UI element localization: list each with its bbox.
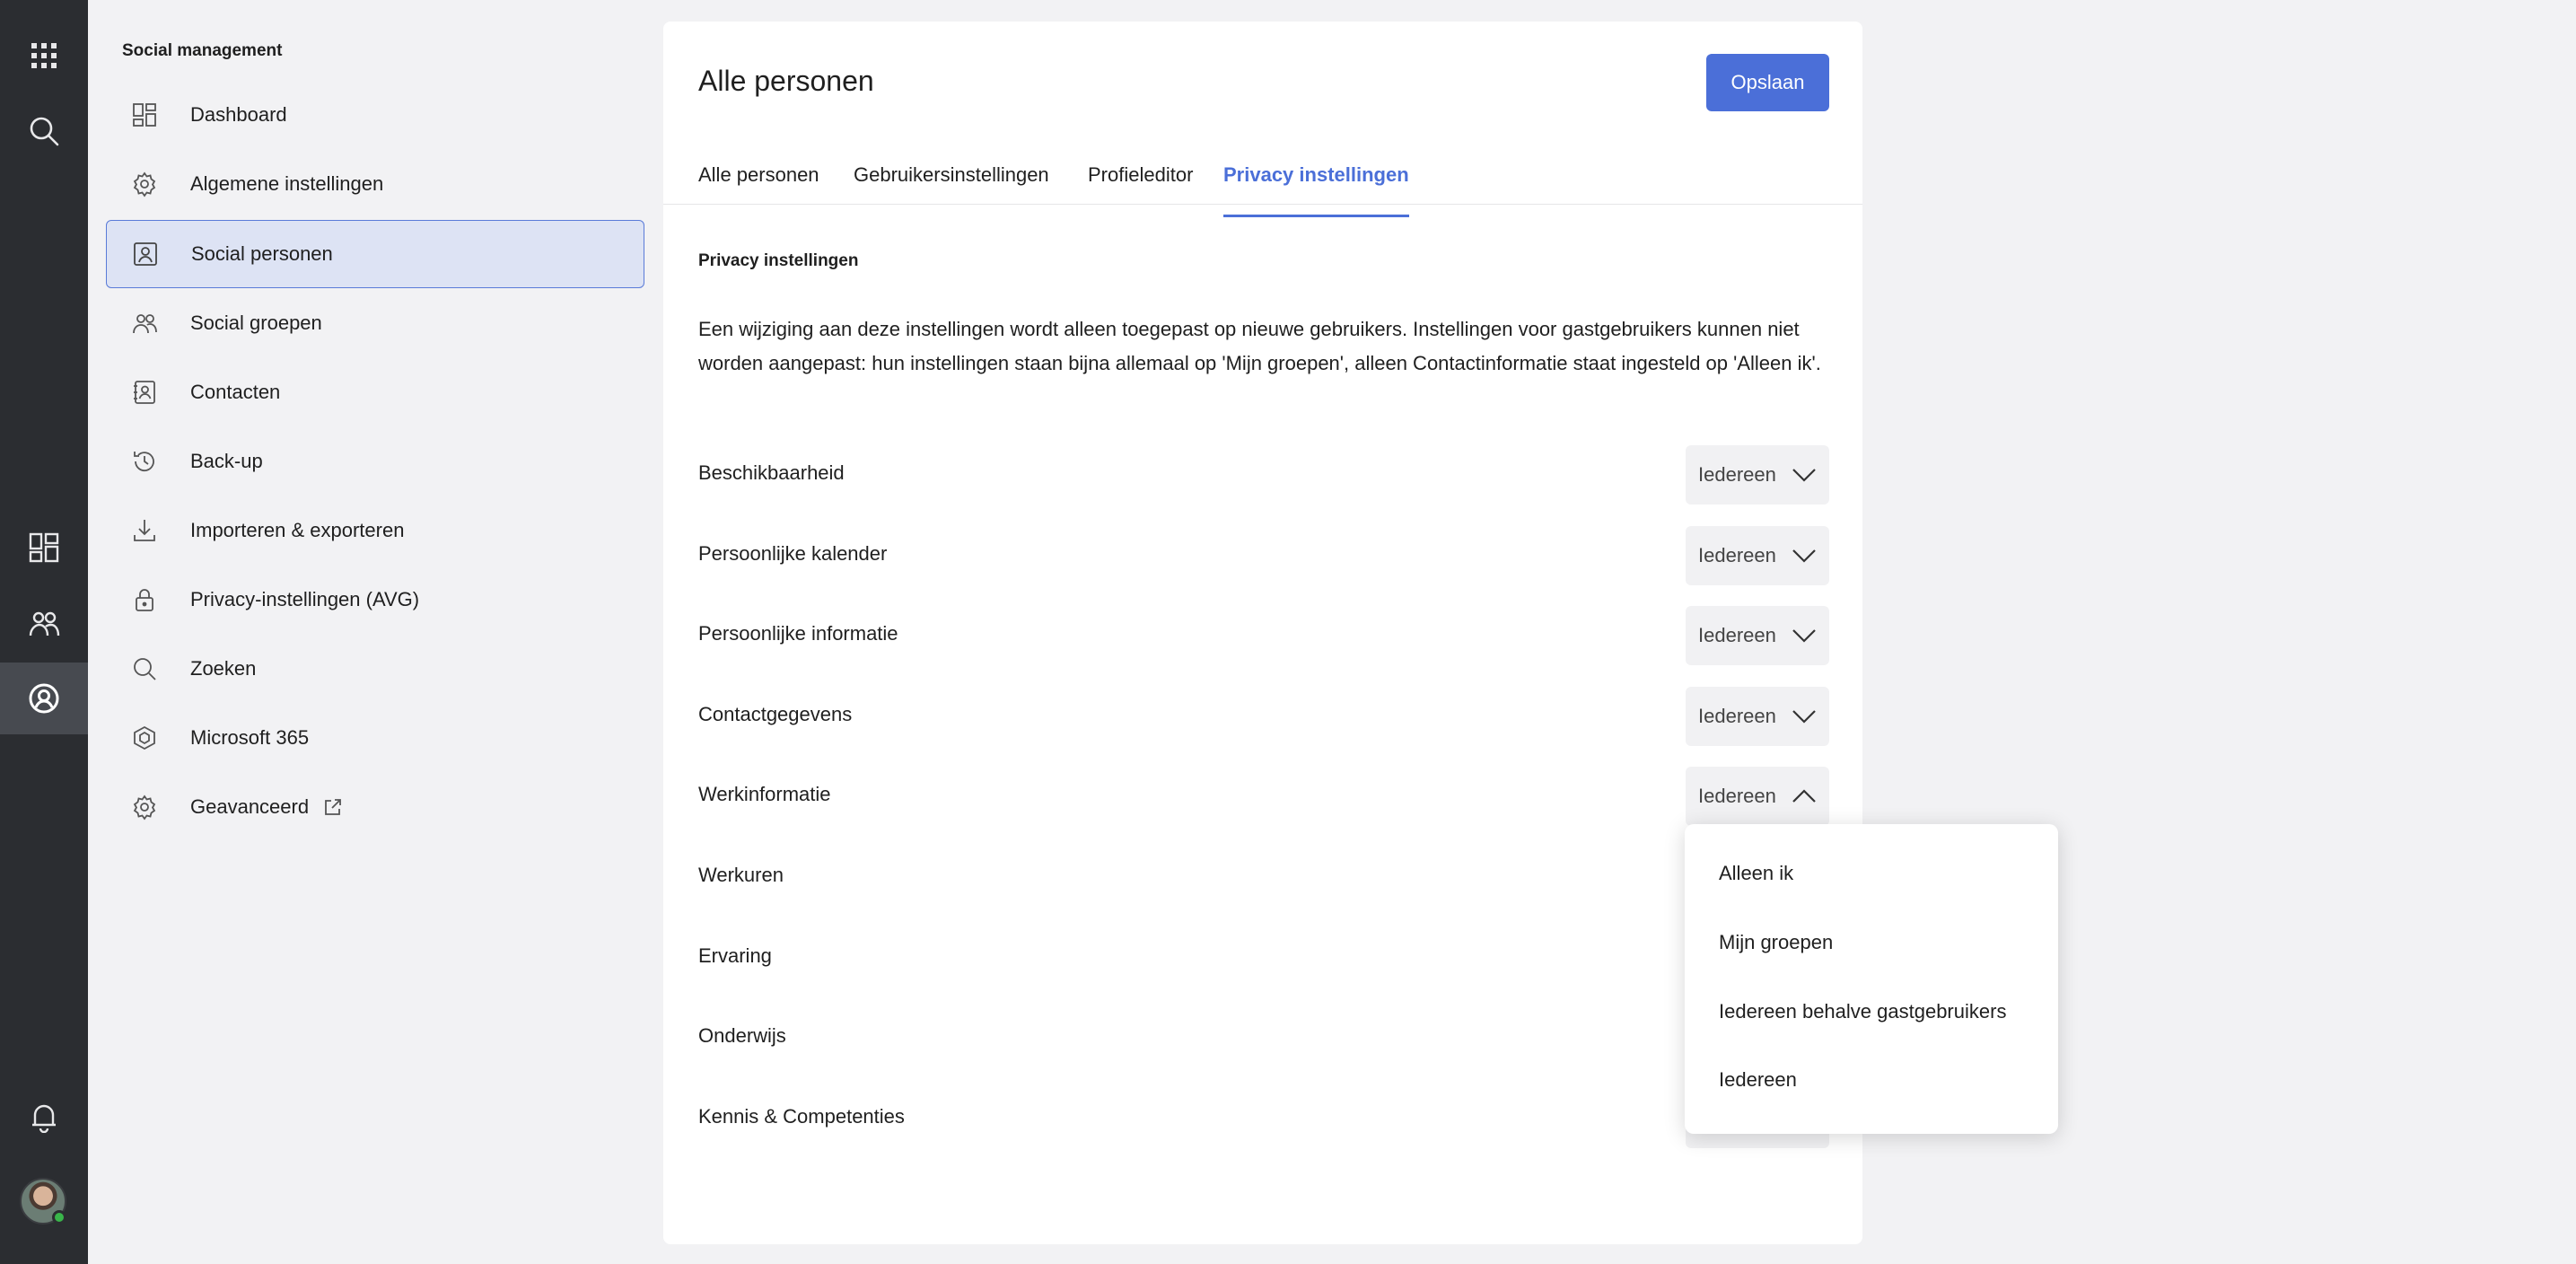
row-label: Persoonlijke informatie bbox=[698, 622, 898, 645]
sidebar-item-backup[interactable]: Back-up bbox=[106, 427, 644, 496]
rail-notifications-button[interactable] bbox=[0, 1081, 88, 1153]
privacy-select[interactable]: Iedereen bbox=[1686, 526, 1829, 585]
sidebar-item-label: Social groepen bbox=[190, 312, 322, 334]
privacy-select[interactable]: Iedereen bbox=[1686, 445, 1829, 505]
microsoft365-icon bbox=[131, 724, 158, 751]
sidebar-item-label: Zoeken bbox=[190, 657, 257, 680]
person-card-icon bbox=[132, 241, 159, 268]
sidebar-item-search[interactable]: Zoeken bbox=[106, 635, 644, 703]
privacy-row-work-info: Werkinformatie Iedereen bbox=[698, 767, 1829, 826]
search-icon bbox=[131, 655, 158, 682]
privacy-row-personal-calendar: Persoonlijke kalender Iedereen bbox=[698, 526, 1829, 585]
chevron-up-icon bbox=[1792, 789, 1816, 803]
menu-option-everyone-except-guests[interactable]: Iedereen behalve gastgebruikers bbox=[1719, 1000, 2006, 1023]
select-value: Iedereen bbox=[1698, 624, 1776, 646]
chevron-down-icon bbox=[1792, 629, 1816, 643]
privacy-row-personal-info: Persoonlijke informatie Iedereen bbox=[698, 606, 1829, 665]
sidebar-item-import-export[interactable]: Importeren & exporteren bbox=[106, 496, 644, 565]
visibility-dropdown-menu: Alleen ik Mijn groepen Iedereen behalve … bbox=[1685, 824, 2058, 1134]
section-title: Privacy instellingen bbox=[698, 251, 859, 270]
gear-icon bbox=[131, 794, 158, 821]
privacy-row-experience: Ervaring bbox=[698, 928, 1829, 988]
select-value: Iedereen bbox=[1698, 463, 1776, 486]
app-grid-icon bbox=[31, 43, 57, 68]
sidebar-item-label: Algemene instellingen bbox=[190, 172, 384, 195]
row-label: Beschikbaarheid bbox=[698, 461, 845, 484]
row-label: Ervaring bbox=[698, 944, 772, 967]
history-icon bbox=[131, 448, 158, 475]
chevron-down-icon bbox=[1792, 549, 1816, 563]
contacts-icon bbox=[131, 379, 158, 406]
online-status-dot bbox=[52, 1210, 66, 1224]
settings-sidebar: Social management Dashboard Algemene ins… bbox=[88, 0, 662, 1264]
dashboard-icon bbox=[131, 101, 158, 128]
rail-social-profile-button[interactable] bbox=[0, 663, 88, 734]
sidebar-item-label: Geavanceerd bbox=[190, 795, 310, 818]
sidebar-item-label: Privacy-instellingen (AVG) bbox=[190, 588, 420, 610]
search-icon bbox=[30, 117, 59, 146]
sidebar-item-microsoft365[interactable]: Microsoft 365 bbox=[106, 704, 644, 772]
rail-dashboard-button[interactable] bbox=[0, 512, 88, 584]
bell-icon bbox=[32, 1104, 56, 1133]
external-link-icon bbox=[325, 799, 341, 815]
gear-icon bbox=[131, 171, 158, 198]
sidebar-item-label: Back-up bbox=[190, 450, 263, 472]
page-title: Alle personen bbox=[698, 65, 874, 97]
sidebar-item-label: Dashboard bbox=[190, 103, 287, 126]
app-grid-button[interactable] bbox=[0, 20, 88, 92]
menu-option-only-me[interactable]: Alleen ik bbox=[1719, 862, 1793, 885]
dashboard-icon bbox=[29, 532, 59, 563]
sidebar-title: Social management bbox=[122, 41, 283, 60]
chevron-down-icon bbox=[1792, 469, 1816, 482]
select-value: Iedereen bbox=[1698, 705, 1776, 727]
people-icon bbox=[131, 310, 158, 337]
row-label: Onderwijs bbox=[698, 1024, 786, 1047]
chevron-down-icon bbox=[1792, 710, 1816, 724]
privacy-row-knowledge-competencies: Kennis & Competenties bbox=[698, 1089, 1829, 1148]
sidebar-item-label: Contacten bbox=[190, 381, 281, 403]
privacy-select[interactable]: Iedereen bbox=[1686, 606, 1829, 665]
people-icon bbox=[29, 611, 60, 636]
sidebar-item-social-persons[interactable]: Social personen bbox=[106, 220, 644, 288]
select-value: Iedereen bbox=[1698, 785, 1776, 807]
download-icon bbox=[131, 517, 158, 544]
row-label: Persoonlijke kalender bbox=[698, 542, 888, 565]
sidebar-item-label: Microsoft 365 bbox=[190, 726, 310, 749]
row-label: Werkuren bbox=[698, 864, 784, 886]
sidebar-item-privacy-avg[interactable]: Privacy-instellingen (AVG) bbox=[106, 566, 644, 634]
sidebar-item-advanced[interactable]: Geavanceerd bbox=[106, 773, 644, 841]
menu-option-everyone[interactable]: Iedereen bbox=[1719, 1068, 1797, 1092]
tab-privacy-settings[interactable]: Privacy instellingen bbox=[1223, 138, 1409, 217]
save-button[interactable]: Opslaan bbox=[1706, 54, 1829, 111]
rail-people-button[interactable] bbox=[0, 587, 88, 659]
row-label: Werkinformatie bbox=[698, 783, 831, 805]
privacy-select-open[interactable]: Iedereen bbox=[1686, 767, 1829, 826]
sidebar-item-label: Importeren & exporteren bbox=[190, 519, 405, 541]
main-panel: Alle personen Opslaan Alle personen Gebr… bbox=[663, 22, 1862, 1244]
sidebar-item-general-settings[interactable]: Algemene instellingen bbox=[106, 150, 644, 218]
select-value: Iedereen bbox=[1698, 544, 1776, 566]
tab-divider bbox=[663, 204, 1862, 205]
sidebar-item-label: Social personen bbox=[191, 242, 333, 265]
sidebar-item-social-groups[interactable]: Social groepen bbox=[106, 289, 644, 357]
rail-search-button[interactable] bbox=[0, 95, 88, 167]
tab-all-persons[interactable]: Alle personen bbox=[698, 138, 819, 217]
lock-icon bbox=[131, 586, 158, 613]
row-label: Kennis & Competenties bbox=[698, 1105, 905, 1128]
privacy-select[interactable]: Iedereen bbox=[1686, 687, 1829, 746]
sidebar-item-dashboard[interactable]: Dashboard bbox=[106, 81, 644, 149]
privacy-row-contact-details: Contactgegevens Iedereen bbox=[698, 687, 1829, 746]
sidebar-item-contacts[interactable]: Contacten bbox=[106, 358, 644, 426]
privacy-row-work-hours: Werkuren bbox=[698, 847, 1829, 907]
tab-user-settings[interactable]: Gebruikersinstellingen bbox=[854, 138, 1049, 217]
tab-profile-editor[interactable]: Profieleditor bbox=[1088, 138, 1193, 217]
user-avatar[interactable] bbox=[20, 1178, 66, 1224]
profile-icon bbox=[29, 683, 59, 714]
privacy-row-education: Onderwijs bbox=[698, 1008, 1829, 1067]
row-label: Contactgegevens bbox=[698, 703, 853, 725]
menu-option-my-groups[interactable]: Mijn groepen bbox=[1719, 931, 1833, 954]
app-rail bbox=[0, 0, 88, 1264]
privacy-row-availability: Beschikbaarheid Iedereen bbox=[698, 445, 1829, 505]
section-description: Een wijziging aan deze instellingen word… bbox=[698, 318, 1821, 374]
